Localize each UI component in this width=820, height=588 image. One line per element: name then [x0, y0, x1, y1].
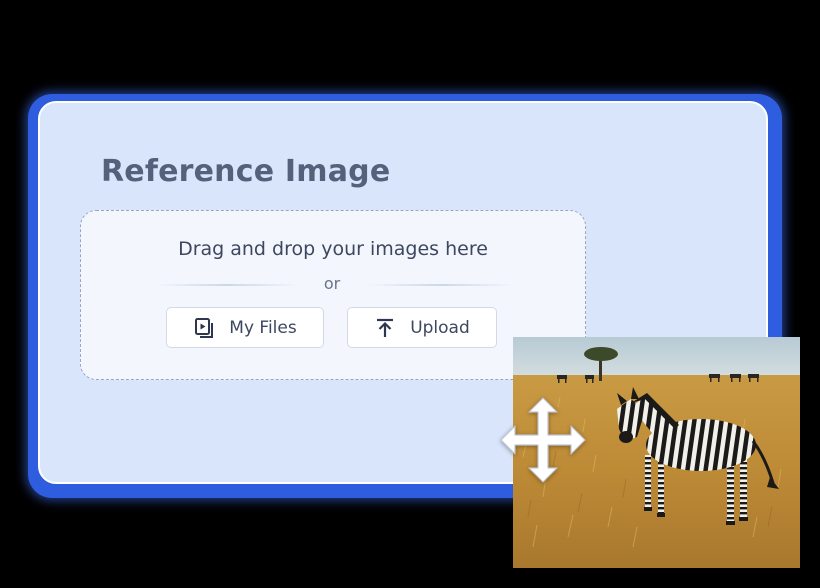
or-separator: or: [323, 274, 341, 293]
panel-title: Reference Image: [101, 154, 391, 189]
divider-right: [366, 284, 516, 286]
drop-zone[interactable]: [80, 210, 586, 380]
upload-button[interactable]: Upload: [347, 307, 497, 348]
drop-instruction: Drag and drop your images here: [178, 238, 488, 260]
divider-left: [154, 284, 300, 286]
my-files-icon: [193, 317, 215, 339]
upload-icon: [374, 317, 396, 339]
move-icon[interactable]: [497, 394, 589, 486]
my-files-label: My Files: [229, 317, 297, 338]
my-files-button[interactable]: My Files: [166, 307, 324, 348]
upload-label: Upload: [410, 317, 470, 338]
reference-image-widget: Reference Image Drag and drop your image…: [0, 0, 820, 588]
